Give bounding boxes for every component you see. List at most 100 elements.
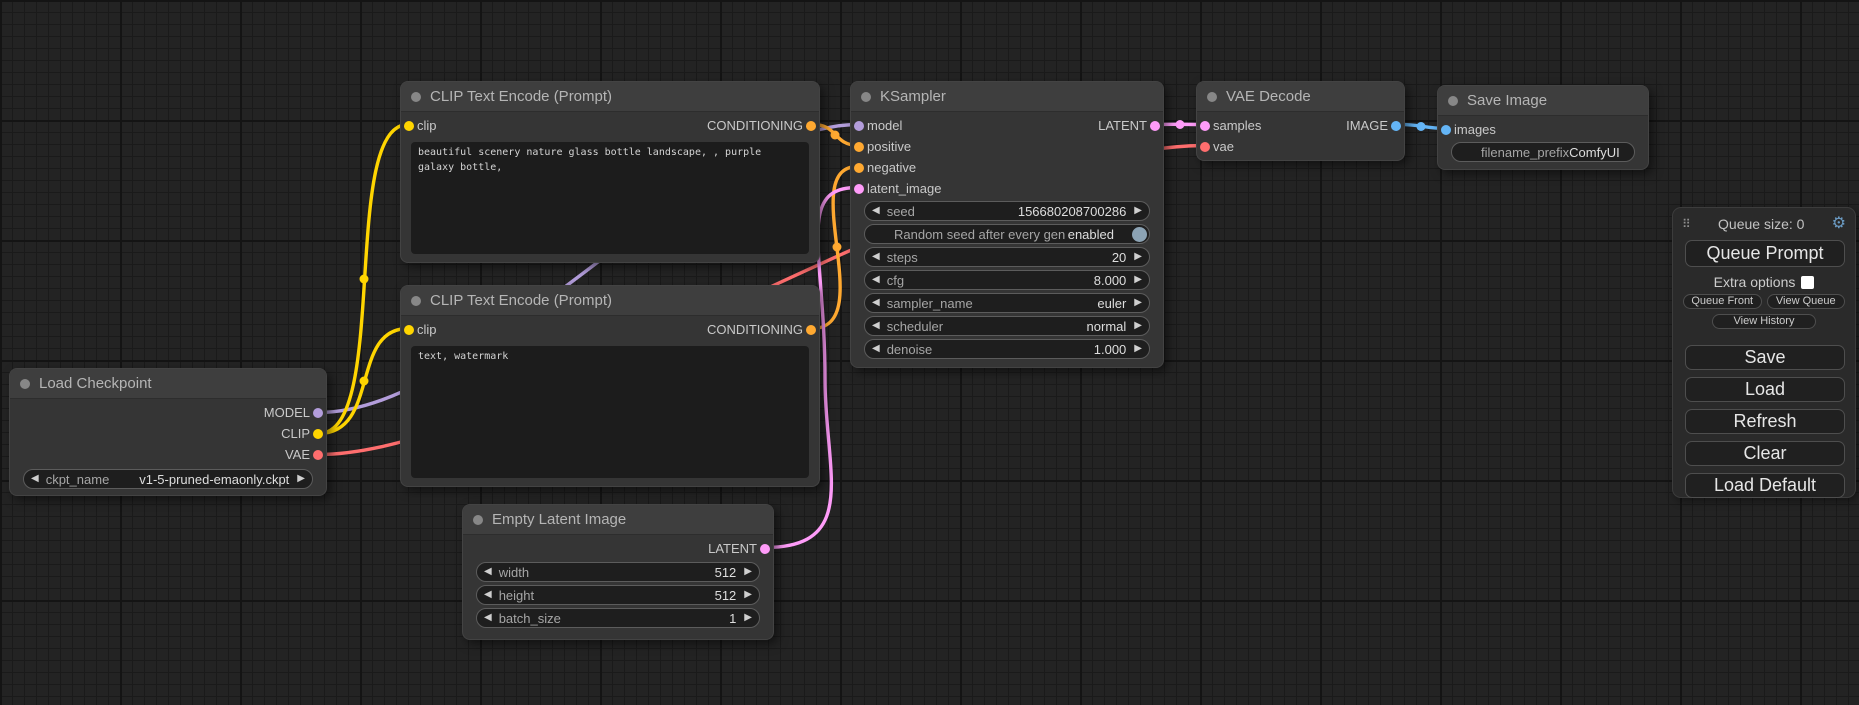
input-slot-latent-image[interactable] — [854, 184, 864, 194]
output-slot-image[interactable] — [1391, 121, 1401, 131]
node-titlebar[interactable]: Empty Latent Image — [463, 505, 773, 535]
widget-value: ComfyUI — [1569, 145, 1620, 160]
node-titlebar[interactable]: CLIP Text Encode (Prompt) — [401, 82, 819, 112]
node-save-image[interactable]: Save Image images filename_prefix ComfyU… — [1437, 85, 1649, 170]
random-seed-toggle-widget[interactable]: Random seed after every gen enabled — [864, 224, 1150, 244]
decrement-arrow-icon[interactable]: ◀ — [872, 252, 880, 262]
node-titlebar[interactable]: Save Image — [1438, 86, 1648, 116]
combo-right-arrow-icon[interactable]: ▶ — [1134, 298, 1142, 308]
scheduler-combo[interactable]: ◀ scheduler normal ▶ — [864, 316, 1150, 336]
node-ksampler[interactable]: KSampler model LATENT positive negative … — [850, 81, 1164, 368]
load-button[interactable]: Load — [1685, 377, 1845, 402]
increment-arrow-icon[interactable]: ▶ — [1134, 275, 1142, 285]
input-slot-clip[interactable] — [404, 121, 414, 131]
input-slot-model[interactable] — [854, 121, 864, 131]
node-vae-decode[interactable]: VAE Decode samples IMAGE vae — [1196, 81, 1405, 161]
widget-value: 20 — [1112, 250, 1126, 265]
save-button[interactable]: Save — [1685, 345, 1845, 370]
prompt-textarea[interactable]: beautiful scenery nature glass bottle la… — [411, 142, 809, 254]
decrement-arrow-icon[interactable]: ◀ — [484, 567, 492, 577]
seed-toggle-knob[interactable] — [1132, 227, 1147, 242]
decrement-arrow-icon[interactable]: ◀ — [484, 613, 492, 623]
denoise-number-widget[interactable]: ◀ denoise 1.000 ▶ — [864, 339, 1150, 359]
ckpt-name-combo[interactable]: ◀ ckpt_name v1-5-pruned-emaonly.ckpt ▶ — [23, 469, 313, 489]
input-slot-vae[interactable] — [1200, 142, 1210, 152]
collapse-dot-icon[interactable] — [411, 92, 421, 102]
view-history-button[interactable]: View History — [1712, 314, 1816, 329]
extra-options-checkbox[interactable] — [1801, 276, 1814, 289]
batch-size-number-widget[interactable]: ◀ batch_size 1 ▶ — [476, 608, 760, 628]
collapse-dot-icon[interactable] — [1207, 92, 1217, 102]
node-load-checkpoint[interactable]: Load Checkpoint MODEL CLIP VAE ◀ ckpt_na… — [9, 368, 327, 496]
collapse-dot-icon[interactable] — [861, 92, 871, 102]
increment-arrow-icon[interactable]: ▶ — [744, 567, 752, 577]
output-slot-clip[interactable] — [313, 429, 323, 439]
widget-value: 156680208700286 — [1018, 204, 1126, 219]
widget-value: 1.000 — [1094, 342, 1127, 357]
output-slot-vae[interactable] — [313, 450, 323, 460]
input-slot-samples[interactable] — [1200, 121, 1210, 131]
output-slot-conditioning[interactable] — [806, 325, 816, 335]
refresh-button[interactable]: Refresh — [1685, 409, 1845, 434]
increment-arrow-icon[interactable]: ▶ — [1134, 206, 1142, 216]
node-clip-text-encode-positive[interactable]: CLIP Text Encode (Prompt) clip CONDITION… — [400, 81, 820, 263]
input-slot-negative[interactable] — [854, 163, 864, 173]
clear-button[interactable]: Clear — [1685, 441, 1845, 466]
extra-options-label: Extra options — [1714, 274, 1796, 290]
node-empty-latent-image[interactable]: Empty Latent Image LATENT ◀ width 512 ▶ … — [462, 504, 774, 640]
output-slot-latent[interactable] — [1150, 121, 1160, 131]
combo-right-arrow-icon[interactable]: ▶ — [297, 474, 305, 484]
output-slot-model[interactable] — [313, 408, 323, 418]
combo-left-arrow-icon[interactable]: ◀ — [872, 298, 880, 308]
output-label: CONDITIONING — [707, 118, 803, 133]
input-slot-positive[interactable] — [854, 142, 864, 152]
combo-left-arrow-icon[interactable]: ◀ — [872, 321, 880, 331]
collapse-dot-icon[interactable] — [1448, 96, 1458, 106]
output-slot-conditioning[interactable] — [806, 121, 816, 131]
increment-arrow-icon[interactable]: ▶ — [744, 590, 752, 600]
height-number-widget[interactable]: ◀ height 512 ▶ — [476, 585, 760, 605]
prompt-textarea[interactable]: text, watermark — [411, 346, 809, 478]
increment-arrow-icon[interactable]: ▶ — [744, 613, 752, 623]
increment-arrow-icon[interactable]: ▶ — [1134, 344, 1142, 354]
output-label: IMAGE — [1346, 118, 1388, 133]
queue-prompt-button[interactable]: Queue Prompt — [1685, 240, 1845, 267]
decrement-arrow-icon[interactable]: ◀ — [872, 275, 880, 285]
node-titlebar[interactable]: KSampler — [851, 82, 1163, 112]
decrement-arrow-icon[interactable]: ◀ — [484, 590, 492, 600]
widget-value: v1-5-pruned-emaonly.ckpt — [139, 472, 289, 487]
width-number-widget[interactable]: ◀ width 512 ▶ — [476, 562, 760, 582]
node-clip-text-encode-negative[interactable]: CLIP Text Encode (Prompt) clip CONDITION… — [400, 285, 820, 487]
combo-left-arrow-icon[interactable]: ◀ — [31, 474, 39, 484]
collapse-dot-icon[interactable] — [20, 379, 30, 389]
widget-value: 512 — [715, 588, 737, 603]
queue-menu-panel: ⠿ Queue size: 0 ⚙ Queue Prompt Extra opt… — [1672, 207, 1856, 498]
output-slot-latent[interactable] — [760, 544, 770, 554]
filename-prefix-widget[interactable]: filename_prefix ComfyUI — [1451, 142, 1635, 162]
cfg-number-widget[interactable]: ◀ cfg 8.000 ▶ — [864, 270, 1150, 290]
collapse-dot-icon[interactable] — [473, 515, 483, 525]
node-titlebar[interactable]: CLIP Text Encode (Prompt) — [401, 286, 819, 316]
widget-label: denoise — [887, 342, 933, 357]
view-queue-button[interactable]: View Queue — [1767, 294, 1846, 309]
decrement-arrow-icon[interactable]: ◀ — [872, 206, 880, 216]
load-default-button[interactable]: Load Default — [1685, 473, 1845, 498]
increment-arrow-icon[interactable]: ▶ — [1134, 252, 1142, 262]
drag-handle-icon[interactable]: ⠿ — [1682, 217, 1691, 231]
combo-right-arrow-icon[interactable]: ▶ — [1134, 321, 1142, 331]
input-label: images — [1454, 122, 1496, 137]
decrement-arrow-icon[interactable]: ◀ — [872, 344, 880, 354]
widget-label: height — [499, 588, 534, 603]
output-label: LATENT — [708, 541, 757, 556]
node-titlebar[interactable]: Load Checkpoint — [10, 369, 326, 399]
widget-label: width — [499, 565, 529, 580]
seed-number-widget[interactable]: ◀ seed 156680208700286 ▶ — [864, 201, 1150, 221]
input-slot-images[interactable] — [1441, 125, 1451, 135]
gear-icon[interactable]: ⚙ — [1832, 216, 1846, 232]
steps-number-widget[interactable]: ◀ steps 20 ▶ — [864, 247, 1150, 267]
sampler-name-combo[interactable]: ◀ sampler_name euler ▶ — [864, 293, 1150, 313]
queue-front-button[interactable]: Queue Front — [1683, 294, 1762, 309]
collapse-dot-icon[interactable] — [411, 296, 421, 306]
input-slot-clip[interactable] — [404, 325, 414, 335]
node-titlebar[interactable]: VAE Decode — [1197, 82, 1404, 112]
